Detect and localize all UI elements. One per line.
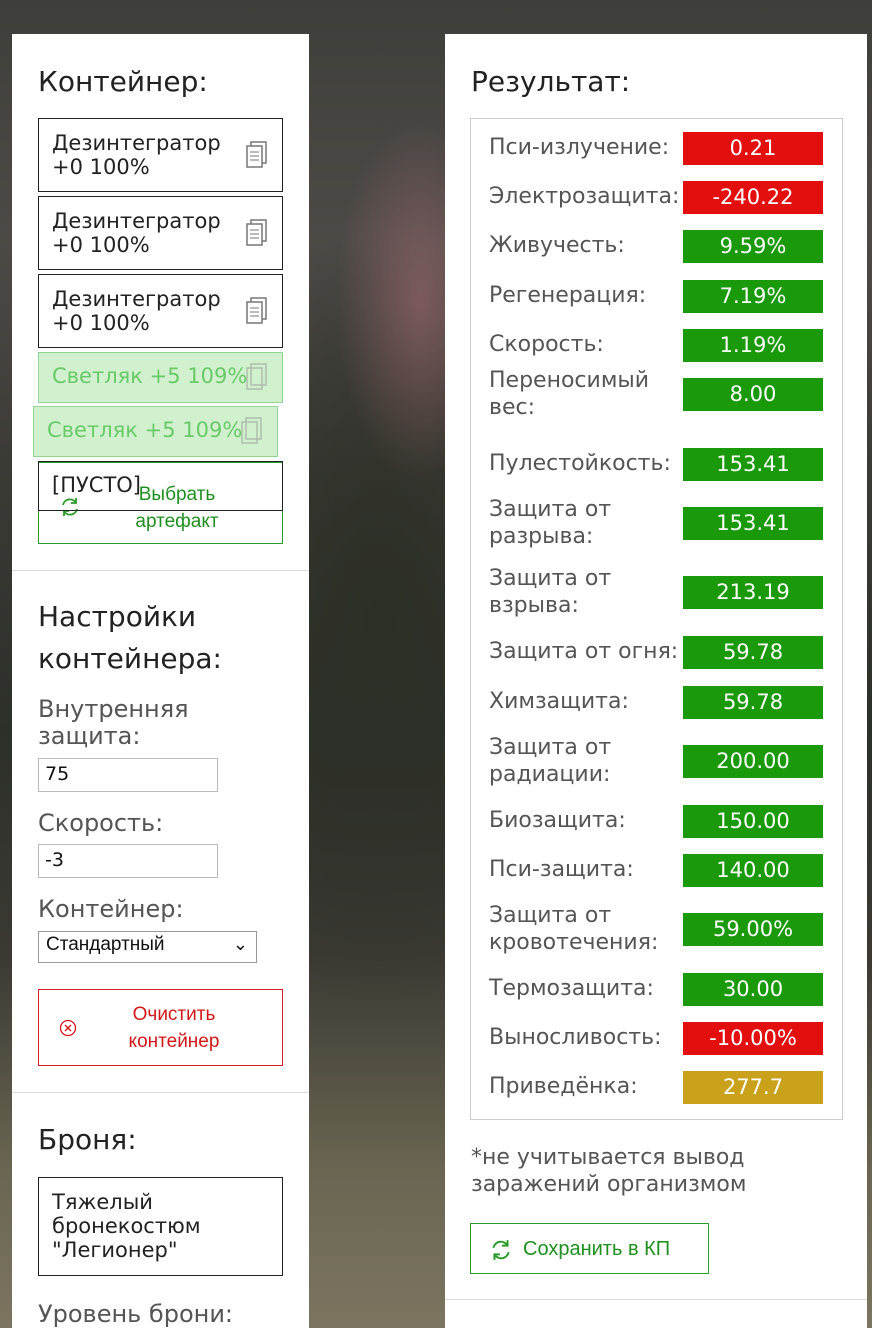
result-row-value: -240.22 [683,181,823,214]
result-row-value: 0.21 [683,132,823,165]
armor-level-label: Уровень брони: [38,1300,234,1328]
clear-container-label: Очистить контейнер [128,1004,220,1052]
speed-label: Скорость: [38,809,164,837]
results-panel: Результат: Пси-излучение: 0.21 Электрозащи… [445,34,867,1328]
result-row-value: 59.00% [683,913,823,946]
container-type-label: Контейнер: [38,895,184,923]
container-type-select[interactable]: Стандартный ⌄ [38,931,257,963]
result-row-label: Биозащита: [489,808,626,833]
artifact-name: Дезинтегратор [52,287,221,311]
result-row-value: 59.78 [683,686,823,719]
container-type-value: Стандартный [46,934,165,955]
armor-slot[interactable]: Тяжелый бронекостюм "Легионер" [38,1177,283,1276]
artifact-detail: +0 100% [52,155,150,179]
result-row-value: 8.00 [683,378,823,411]
save-to-kp-button[interactable]: Сохранить в КП [470,1223,709,1274]
artifact-name: Дезинтегратор [52,131,221,155]
result-row-label: Живучесть: [489,233,625,258]
result-row-label: Приведёнка: [489,1074,638,1099]
result-row-label: Защита от взрыва: [489,566,612,618]
result-row-label: Термозащита: [489,976,654,1001]
result-row-value: 277.7 [683,1071,823,1104]
result-row-label: Защита от кровотечения: [489,903,659,955]
result-row-value: 59.78 [683,636,823,669]
artifact-detail: +0 100% [52,233,150,257]
result-row-value: 213.19 [683,576,823,609]
clear-container-button[interactable]: Очистить контейнер [38,989,283,1066]
empty-slot[interactable]: [ПУСТО] [38,461,283,511]
result-row-label: Защита от огня: [489,639,679,664]
armor-title: Броня: [38,1123,137,1156]
artifact-slot-ghost-2[interactable]: Светляк +5 109% [33,406,278,457]
inner-protection-input[interactable]: 75 [38,758,218,792]
result-row-label: Пси-защита: [489,857,634,882]
artifact-slot-ghost-1[interactable]: Светляк +5 109% [38,352,283,403]
artifact-name: Дезинтегратор [52,209,221,233]
result-row-label: Переносимый вес: [489,368,650,420]
copy-icon[interactable] [241,417,263,445]
result-row-value: -10.00% [683,1022,823,1055]
result-row-value: 153.41 [683,507,823,540]
results-table: Пси-излучение: 0.21 Электрозащита: -240.22 Ж… [470,118,843,1120]
result-row-value: 30.00 [683,973,823,1006]
copy-icon[interactable] [246,219,268,247]
chevron-down-icon: ⌄ [232,934,248,954]
settings-title: Настройки контейнера: [38,600,222,675]
result-row-value: 1.19% [683,329,823,362]
artifact-detail: +0 100% [52,311,150,335]
result-row-label: Защита от разрыва: [489,497,612,549]
artifact-ghost-label: Светляк +5 109% [52,364,248,388]
result-row-label: Выносливость: [489,1025,662,1050]
container-panel: Контейнер: Дезинтегратор +0 100% Дезинте… [12,34,309,1328]
artifact-slot-3[interactable]: Дезинтегратор +0 100% [38,274,283,348]
divider [445,1299,867,1300]
copy-icon[interactable] [246,363,268,391]
close-circle-icon [59,1019,77,1037]
result-row-label: Скорость: [489,332,604,357]
refresh-icon [492,1240,510,1260]
armor-name: Тяжелый бронекостюм "Легионер" [52,1190,201,1262]
results-title: Результат: [471,65,631,98]
result-row-value: 140.00 [683,854,823,887]
inner-protection-label: Внутренняя защита: [38,695,189,750]
container-title: Контейнер: [38,65,208,98]
result-row-value: 153.41 [683,448,823,481]
artifact-slot-1[interactable]: Дезинтегратор +0 100% [38,118,283,192]
result-row-value: 150.00 [683,805,823,838]
result-row-label: Электрозащита: [489,184,680,209]
empty-slot-label: [ПУСТО] [52,473,141,497]
result-row-label: Пси-излучение: [489,135,670,160]
result-row-label: Регенерация: [489,283,647,308]
save-to-kp-label: Сохранить в КП [523,1238,671,1260]
copy-icon[interactable] [246,141,268,169]
copy-icon[interactable] [246,297,268,325]
result-row-label: Химзащита: [489,689,629,714]
speed-input[interactable]: -3 [38,844,218,878]
artifact-ghost-label: Светляк +5 109% [47,418,243,442]
divider [12,1092,309,1093]
result-row-value: 9.59% [683,230,823,263]
result-row-label: Защита от радиации: [489,735,612,787]
artifact-slot-2[interactable]: Дезинтегратор +0 100% [38,196,283,270]
result-row-value: 7.19% [683,280,823,313]
divider [12,570,309,571]
results-note: *не учитывается вывод заражений организм… [471,1145,747,1197]
result-row-label: Пулестойкость: [489,451,671,476]
result-row-value: 200.00 [683,745,823,778]
